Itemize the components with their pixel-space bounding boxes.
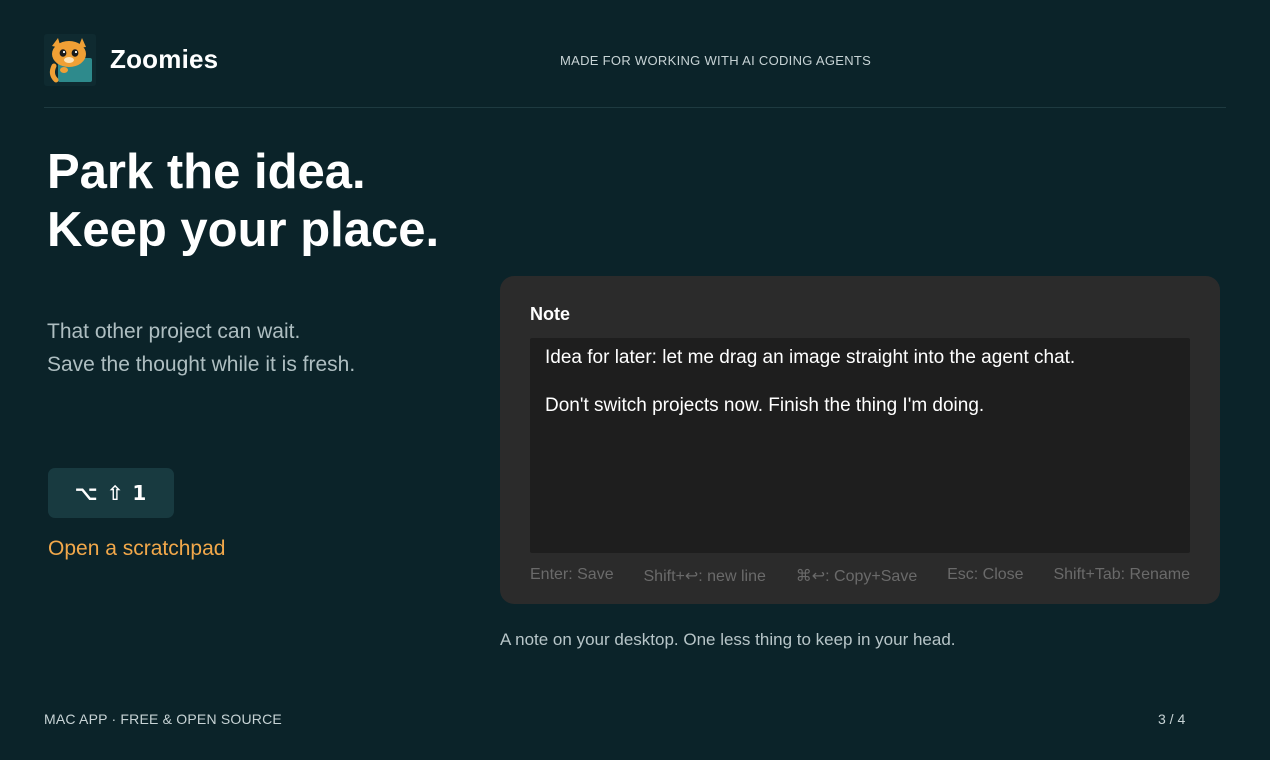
hint-close: Esc: Close <box>947 566 1024 583</box>
headline-line: Park the idea. <box>47 145 366 199</box>
note-text-line: Don't switch projects now. Finish the th… <box>545 395 985 416</box>
note-text-line: Idea for later: let me drag an image str… <box>545 347 1076 368</box>
footer-label: MAC APP · FREE & OPEN SOURCE <box>44 711 282 727</box>
hint-rename: Shift+Tab: Rename <box>1053 566 1190 583</box>
subtext: That other project can wait. Save the th… <box>47 315 355 381</box>
note-window: Note Idea for later: let me drag an imag… <box>500 276 1220 604</box>
keyboard-shortcut-button[interactable]: ⌥ ⇧ 1 <box>48 468 174 518</box>
cat-mascot-icon <box>44 34 96 86</box>
hint-new-line: Shift+↩: new line <box>643 568 766 585</box>
open-scratchpad-link[interactable]: Open a scratchpad <box>48 537 225 561</box>
hint-copy-save: ⌘↩: Copy+Save <box>795 568 918 585</box>
subtext-line: Save the thought while it is fresh. <box>47 353 356 376</box>
header: Zoomies MADE FOR WORKING WITH AI CODING … <box>44 34 1226 108</box>
page-indicator: 3 / 4 <box>1158 711 1186 727</box>
note-title: Note <box>530 304 570 324</box>
subtext-line: That other project can wait. <box>47 320 301 343</box>
note-caption: A note on your desktop. One less thing t… <box>500 630 956 649</box>
keyboard-hints: Enter: Save Shift+↩: new line ⌘↩: Copy+S… <box>530 566 1190 586</box>
hint-save: Enter: Save <box>530 566 614 583</box>
headline-line: Keep your place. <box>47 203 440 257</box>
page-headline: Park the idea. Keep your place. <box>47 143 439 259</box>
note-textarea[interactable]: Idea for later: let me drag an image str… <box>530 338 1190 553</box>
app-name: Zoomies <box>110 44 219 74</box>
tagline: MADE FOR WORKING WITH AI CODING AGENTS <box>560 53 872 68</box>
